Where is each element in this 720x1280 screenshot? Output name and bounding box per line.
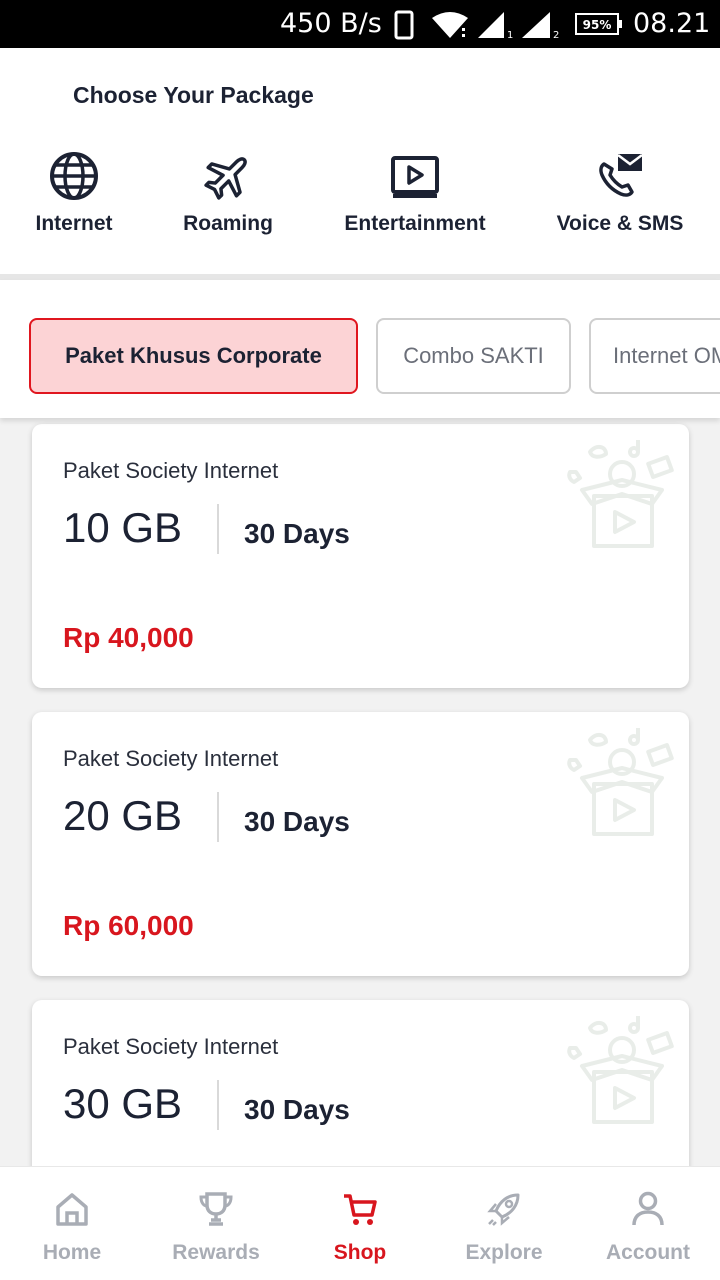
package-price: Rp 60,000 <box>63 910 194 941</box>
play-icon <box>391 156 439 198</box>
network-speed: 450 B/s <box>280 8 382 39</box>
package-list[interactable]: Paket Society Internet 10 GB 30 Days Rp … <box>0 418 720 1166</box>
package-duration: 30 Days <box>244 806 350 837</box>
package-box-illustration-icon <box>567 440 674 548</box>
nav-shop[interactable]: Shop <box>288 1167 432 1280</box>
tab-entertainment[interactable]: Entertainment <box>336 146 494 280</box>
battery-icon: 95% <box>575 13 622 35</box>
filter-chip-combo-sakti[interactable]: Combo SAKTI <box>376 318 571 394</box>
tab-internet-label: Internet <box>35 212 113 235</box>
nav-account-label: Account <box>606 1241 690 1264</box>
nav-home[interactable]: Home <box>0 1167 144 1280</box>
signal-sim1-icon: 1 <box>478 12 513 40</box>
tab-roaming-label: Roaming <box>183 212 273 235</box>
filter-chip-internet-omg[interactable]: Internet OMG! <box>589 318 720 394</box>
tab-entertainment-label: Entertainment <box>344 212 486 235</box>
phone-message-icon <box>599 154 643 197</box>
globe-icon <box>50 152 98 200</box>
signal-sim2-icon: 2 <box>522 12 559 40</box>
package-quota: 20 GB <box>63 792 183 839</box>
card-separator <box>217 792 219 842</box>
nav-rewards-label: Rewards <box>172 1241 260 1264</box>
rocket-icon <box>487 1193 520 1226</box>
filter-chip-internet-omg-label: Internet OMG! <box>613 343 720 368</box>
nav-account[interactable]: Account <box>576 1167 720 1280</box>
package-box-illustration-icon <box>567 728 674 836</box>
header: Choose Your Package Internet Roaming Ent… <box>0 48 720 280</box>
trophy-icon <box>199 1192 233 1226</box>
bottom-navigation: Home Rewards Shop Explore Account <box>0 1166 720 1280</box>
tab-internet[interactable]: Internet <box>14 146 134 280</box>
package-name: Paket Society Internet <box>63 1034 279 1059</box>
card-separator <box>217 1080 219 1130</box>
nav-shop-label: Shop <box>333 1241 387 1264</box>
home-icon <box>56 1193 88 1226</box>
tab-voice-sms-label: Voice & SMS <box>556 212 684 235</box>
package-card[interactable]: Paket Society Internet 30 GB 30 Days <box>32 1000 689 1166</box>
package-filter-bar[interactable]: Paket Khusus Corporate Combo SAKTI Inter… <box>0 280 720 418</box>
cart-icon <box>344 1194 377 1225</box>
tab-voice-sms[interactable]: Voice & SMS <box>548 146 692 280</box>
card-separator <box>217 504 219 554</box>
nav-home-label: Home <box>42 1241 102 1264</box>
airplane-icon <box>204 157 247 200</box>
package-card[interactable]: Paket Society Internet 20 GB 30 Days Rp … <box>32 712 689 976</box>
status-bar: 450 B/s 1 2 95% 08.21 <box>0 0 720 48</box>
package-card[interactable]: Paket Society Internet 10 GB 30 Days Rp … <box>32 424 689 688</box>
package-quota: 30 GB <box>63 1080 183 1127</box>
package-name: Paket Society Internet <box>63 458 279 483</box>
tab-roaming[interactable]: Roaming <box>168 146 288 280</box>
package-name: Paket Society Internet <box>63 746 279 771</box>
clock: 08.21 <box>633 8 711 39</box>
package-price: Rp 40,000 <box>63 622 194 653</box>
page-title: Choose Your Package <box>73 82 314 108</box>
nav-explore-label: Explore <box>465 1241 543 1264</box>
package-quota: 10 GB <box>63 504 183 551</box>
nav-rewards[interactable]: Rewards <box>144 1167 288 1280</box>
sim2-label: 2 <box>553 30 559 40</box>
battery-level: 95% <box>583 18 612 32</box>
package-duration: 30 Days <box>244 1094 350 1125</box>
nav-explore[interactable]: Explore <box>432 1167 576 1280</box>
sim1-label: 1 <box>507 30 513 40</box>
package-duration: 30 Days <box>244 518 350 549</box>
filter-chip-corporate[interactable]: Paket Khusus Corporate <box>29 318 358 394</box>
user-icon <box>632 1191 664 1226</box>
package-box-illustration-icon <box>567 1016 674 1124</box>
phone-outline-icon <box>394 10 414 40</box>
wifi-icon <box>432 12 468 38</box>
